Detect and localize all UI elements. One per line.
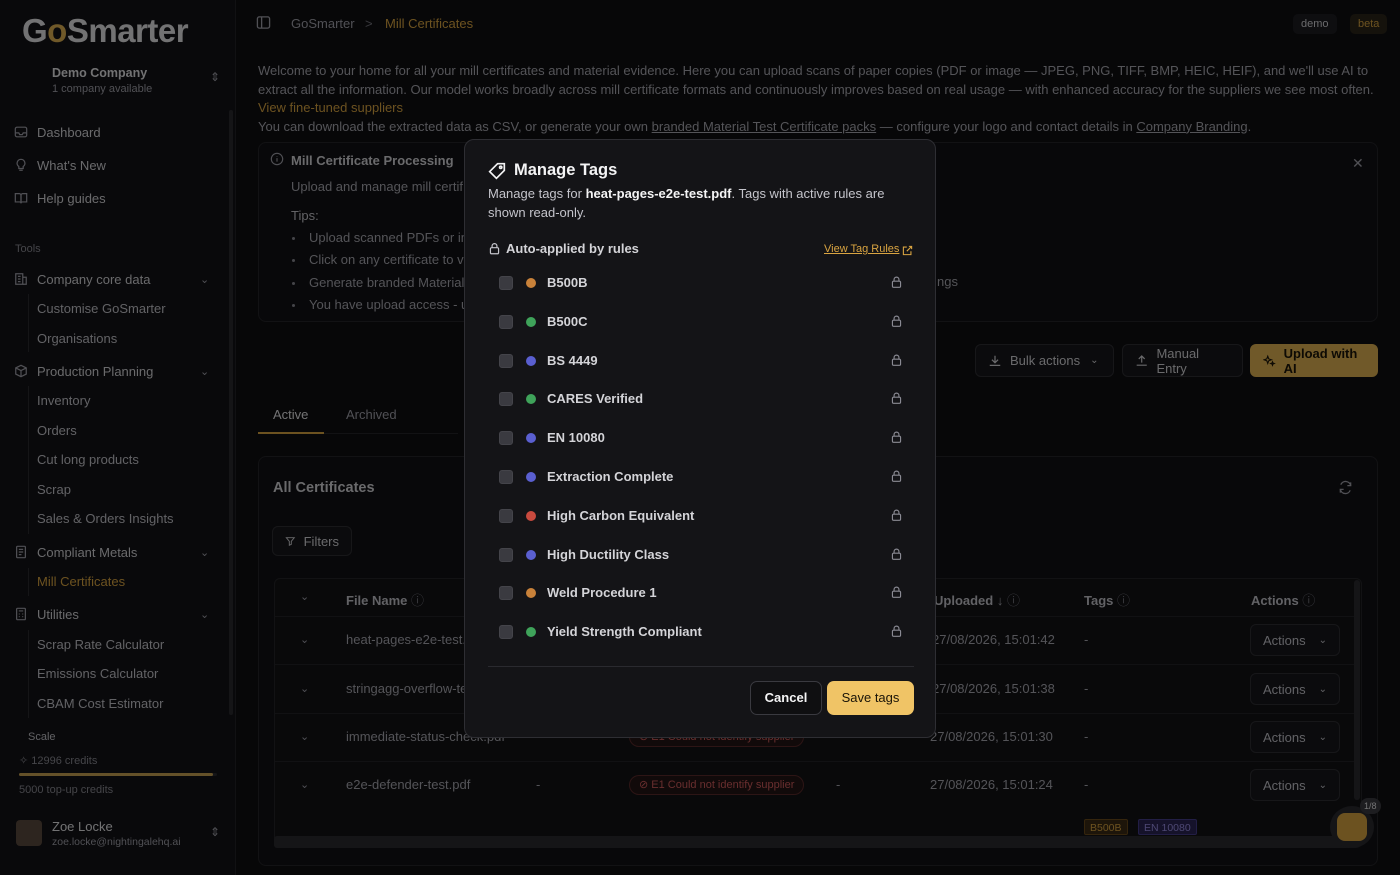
lock-icon (890, 275, 903, 289)
tag-checkbox[interactable] (499, 508, 513, 523)
desc-prefix: Manage tags for (488, 186, 582, 201)
lock-icon (890, 547, 903, 561)
lock-icon (890, 469, 903, 483)
tag-label: B500B (547, 275, 588, 290)
tag-row: Yield Strength Compliant (488, 613, 914, 651)
tag-checkbox[interactable] (499, 276, 513, 290)
tag-label: Yield Strength Compliant (547, 624, 702, 640)
tag-row: B500B (488, 264, 914, 302)
dialog-divider (488, 666, 914, 667)
tag-row: High Carbon Equivalent (488, 497, 914, 535)
tag-color-dot (526, 588, 536, 599)
tag-row: B500C (488, 303, 914, 341)
lock-icon (890, 585, 903, 599)
tag-label: High Carbon Equivalent (547, 507, 695, 523)
tag-label: Extraction Complete (547, 469, 674, 484)
tag-checkbox[interactable] (499, 392, 513, 407)
tag-checkbox[interactable] (499, 625, 513, 640)
lock-icon (890, 314, 903, 328)
cancel-button[interactable]: Cancel (750, 681, 822, 715)
tag-color-dot (526, 433, 536, 444)
tag-checkbox[interactable] (499, 586, 513, 601)
tag-row: Extraction Complete (488, 458, 914, 496)
tag-color-dot (526, 316, 536, 327)
save-tags-button[interactable]: Save tags (827, 681, 914, 715)
tag-row: BS 4449 (488, 342, 914, 380)
tag-row: Weld Procedure 1 (488, 574, 914, 612)
tag-color-dot (526, 278, 536, 288)
lock-icon (890, 508, 903, 522)
tag-checkbox[interactable] (499, 431, 513, 446)
manage-tags-dialog: Manage Tags Manage tags for heat-pages-e… (464, 139, 936, 738)
desc-file-name: heat-pages-e2e-test.pdf (585, 186, 732, 201)
tag-label: BS 4449 (547, 352, 598, 368)
tag-checkbox[interactable] (499, 314, 513, 329)
tag-color-dot (526, 394, 536, 405)
tag-color-dot (526, 472, 536, 482)
tag-icon (488, 162, 506, 180)
auto-applied-label: Auto-applied by rules (506, 241, 639, 256)
lock-icon (890, 430, 903, 444)
dialog-description: Manage tags for heat-pages-e2e-test.pdf.… (488, 185, 908, 222)
tag-label: EN 10080 (547, 430, 605, 446)
view-tag-rules-link[interactable]: View Tag Rules (824, 243, 899, 255)
tag-label: CARES Verified (547, 391, 644, 407)
tag-checkbox[interactable] (499, 547, 513, 562)
tag-row: CARES Verified (488, 380, 914, 418)
lock-icon (890, 353, 903, 367)
tag-color-dot (526, 549, 536, 560)
tag-checkbox[interactable] (499, 470, 513, 484)
tag-row: High Ductility Class (488, 536, 914, 574)
lock-icon (488, 242, 501, 255)
tag-label: B500C (547, 313, 588, 329)
dialog-title: Manage Tags (514, 161, 618, 179)
lock-icon (890, 624, 903, 638)
tag-color-dot (526, 627, 536, 638)
tag-color-dot (526, 355, 536, 366)
tag-color-dot (526, 510, 536, 521)
external-link-icon[interactable] (902, 244, 913, 256)
tag-row: EN 10080 (488, 419, 914, 457)
tag-checkbox[interactable] (499, 353, 513, 368)
lock-icon (890, 391, 903, 405)
tag-label: High Ductility Class (547, 546, 670, 562)
tag-label: Weld Procedure 1 (547, 585, 657, 601)
